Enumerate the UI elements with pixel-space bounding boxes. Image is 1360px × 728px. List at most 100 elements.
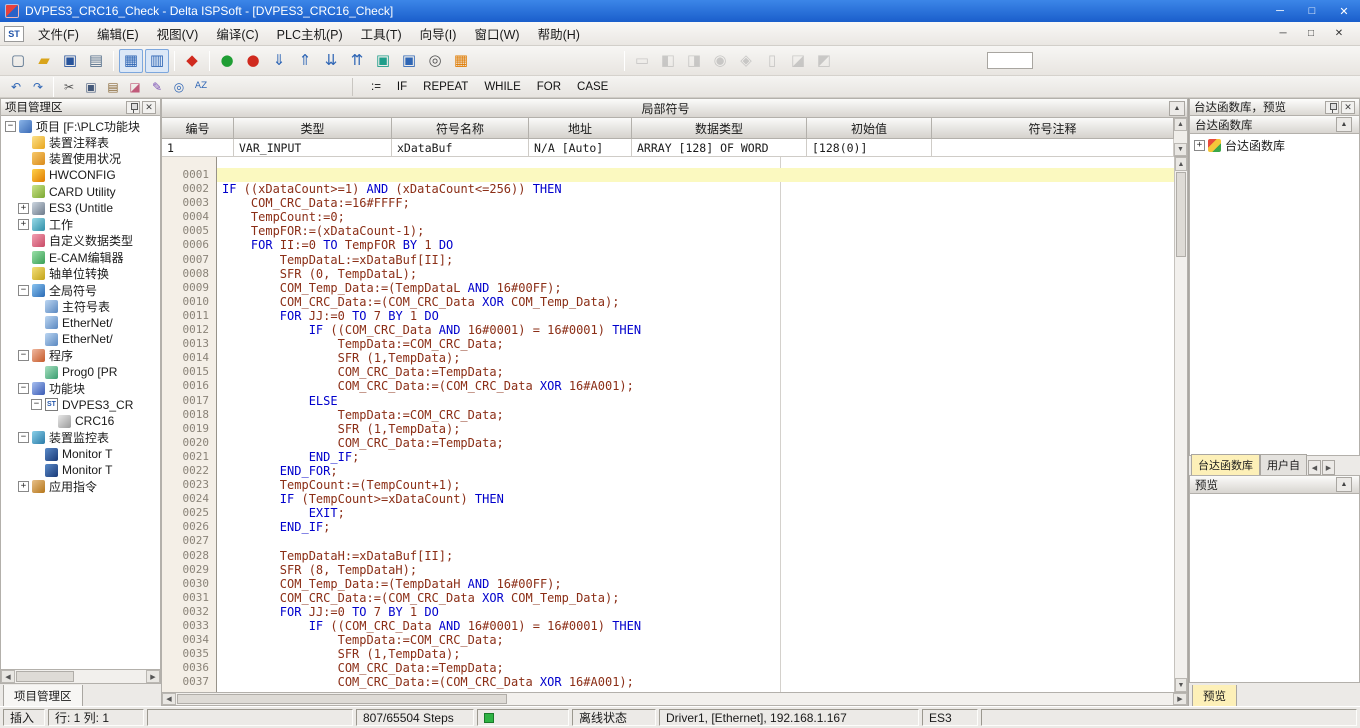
menu-item[interactable]: 视图(V) <box>148 21 208 46</box>
tree-item[interactable]: −全局符号 <box>1 282 160 298</box>
tree-item[interactable]: 自定义数据类型 <box>1 233 160 249</box>
library-tab[interactable]: 用户自 <box>1260 454 1307 475</box>
code-line[interactable]: 0037 COM_CRC_Data:=(COM_CRC_Data XOR 16#… <box>162 675 1174 689</box>
tree-item[interactable]: EtherNet/ <box>1 331 160 347</box>
menu-item[interactable]: 工具(T) <box>352 21 411 46</box>
menu-item[interactable]: 编辑(E) <box>88 21 148 46</box>
insert-repeat-button[interactable]: REPEAT <box>415 80 476 94</box>
code-line[interactable]: 0025 EXIT; <box>162 506 1174 520</box>
table-cell[interactable] <box>932 139 1174 157</box>
project-view-icon[interactable]: ▦ <box>119 49 143 73</box>
menu-item[interactable]: PLC主机(P) <box>268 21 352 46</box>
close-button[interactable]: ✕ <box>1328 0 1360 22</box>
expander-plus-icon[interactable]: + <box>18 203 29 214</box>
library-tab[interactable]: 台达函数库 <box>1191 454 1260 475</box>
paste-icon[interactable]: ▤ <box>103 77 123 97</box>
code-line[interactable]: 0020 COM_CRC_Data:=TempData; <box>162 436 1174 450</box>
tree-item[interactable]: 主符号表 <box>1 298 160 314</box>
project-pin-button[interactable] <box>126 101 140 114</box>
column-header[interactable]: 符号注释 <box>932 118 1174 139</box>
tree-item[interactable]: −功能块 <box>1 380 160 396</box>
download-program-icon[interactable]: ⇓ <box>267 49 291 73</box>
device-monitor-icon[interactable]: ▣ <box>397 49 421 73</box>
tree-item[interactable]: 装置注释表 <box>1 134 160 150</box>
column-header[interactable]: 编号 <box>162 118 234 139</box>
editor-vscroll-thumb[interactable] <box>1176 172 1186 257</box>
code-line[interactable]: 0007 TempDataL:=xDataBuf[II]; <box>162 253 1174 267</box>
project-close-button[interactable]: ✕ <box>142 101 156 114</box>
code-line[interactable]: 0036 COM_CRC_Data:=TempData; <box>162 661 1174 675</box>
expander-minus-icon[interactable]: − <box>18 350 29 361</box>
menu-item[interactable]: 文件(F) <box>29 21 88 46</box>
code-line[interactable]: 0029 SFR (8, TempDataH); <box>162 563 1174 577</box>
insert-assign-button[interactable]: := <box>363 80 389 94</box>
insert-for-button[interactable]: FOR <box>529 80 569 94</box>
code-line[interactable]: 0011 FOR JJ:=0 TO 7 BY 1 DO <box>162 309 1174 323</box>
tree-item[interactable]: −装置监控表 <box>1 429 160 445</box>
cut-icon[interactable]: ✂ <box>59 77 79 97</box>
online-monitor-icon[interactable]: ▣ <box>371 49 395 73</box>
column-header[interactable]: 符号名称 <box>392 118 529 139</box>
library-close-button[interactable]: ✕ <box>1341 101 1355 114</box>
menu-item[interactable]: 窗口(W) <box>465 21 528 46</box>
code-area[interactable]: 00010002IF ((xDataCount>=1) AND (xDataCo… <box>162 157 1174 692</box>
tree-item[interactable]: +ES3 (Untitle <box>1 200 160 216</box>
search-function-icon[interactable]: ◎ <box>423 49 447 73</box>
project-tree-hscrollbar[interactable]: ◀ ▶ <box>0 670 161 684</box>
tree-item[interactable]: E-CAM编辑器 <box>1 249 160 265</box>
tree-item[interactable]: 装置使用状况 <box>1 151 160 167</box>
editor-hscrollbar[interactable]: ◀ ▶ <box>161 692 1188 706</box>
project-panel-tab[interactable]: 项目管理区 <box>3 685 83 708</box>
library-root-item[interactable]: + 台达函数库 <box>1190 137 1359 153</box>
code-line[interactable]: 0035 SFR (1,TempData); <box>162 647 1174 661</box>
find-replace-icon[interactable]: ◎ <box>169 77 189 97</box>
table-cell[interactable]: [128(0)] <box>807 139 932 157</box>
project-scroll-right-button[interactable]: ▶ <box>146 670 160 683</box>
upload-program-icon[interactable]: ⇑ <box>293 49 317 73</box>
editor-scroll-left-button[interactable]: ◀ <box>162 693 176 705</box>
editor-vscrollbar[interactable]: ▲ ▼ <box>1174 157 1187 692</box>
expander-minus-icon[interactable]: − <box>18 432 29 443</box>
comment-icon[interactable]: ✎ <box>147 77 167 97</box>
table-cell[interactable]: 1 <box>162 139 234 157</box>
code-line[interactable]: 0023 TempCount:=(TempCount+1); <box>162 478 1174 492</box>
code-line[interactable]: 0016 COM_CRC_Data:=(COM_CRC_Data XOR 16#… <box>162 379 1174 393</box>
tree-item[interactable]: HWCONFIG <box>1 167 160 183</box>
insert-if-button[interactable]: IF <box>389 80 415 94</box>
code-line[interactable]: 0009 COM_Temp_Data:=(TempDataL AND 16#00… <box>162 281 1174 295</box>
editor-scroll-down-button[interactable]: ▼ <box>1175 678 1187 692</box>
save-icon[interactable]: ▣ <box>58 49 82 73</box>
code-line[interactable]: 0015 COM_CRC_Data:=TempData; <box>162 365 1174 379</box>
minimize-button[interactable]: ─ <box>1264 0 1296 22</box>
tree-item[interactable]: −项目 [F:\PLC功能块 <box>1 118 160 134</box>
mdi-close-button[interactable]: ✕ <box>1326 25 1352 43</box>
tree-item[interactable]: 轴单位转换 <box>1 266 160 282</box>
table-cell[interactable]: ARRAY [128] OF WORD <box>632 139 807 157</box>
code-line[interactable]: 0028 TempDataH:=xDataBuf[II]; <box>162 549 1174 563</box>
column-header[interactable]: 地址 <box>529 118 632 139</box>
open-project-icon[interactable]: ▰ <box>32 49 56 73</box>
stop-plc-icon[interactable]: ● <box>241 49 265 73</box>
tree-item[interactable]: +工作 <box>1 216 160 232</box>
tab-scroll-right-button[interactable]: ▶ <box>1322 460 1335 475</box>
run-plc-icon[interactable]: ● <box>215 49 239 73</box>
editor-hscroll-track[interactable] <box>176 693 1173 705</box>
code-line[interactable]: 0030 COM_Temp_Data:=(TempDataH AND 16#00… <box>162 577 1174 591</box>
code-line[interactable]: 0034 TempData:=COM_CRC_Data; <box>162 633 1174 647</box>
code-line[interactable]: 0033 IF ((COM_CRC_Data AND 16#0001) = 16… <box>162 619 1174 633</box>
column-header[interactable]: 类型 <box>234 118 392 139</box>
code-line[interactable]: 0021 END_IF; <box>162 450 1174 464</box>
expander-minus-icon[interactable]: − <box>31 399 42 410</box>
collapse-symbols-button[interactable]: ▲ <box>1169 101 1185 116</box>
project-scroll-left-button[interactable]: ◀ <box>1 670 15 683</box>
code-line[interactable]: 0001 <box>162 168 1174 182</box>
code-line[interactable]: 0008 SFR (0, TempDataL); <box>162 267 1174 281</box>
tree-item[interactable]: Monitor T <box>1 462 160 478</box>
mdi-restore-button[interactable]: □ <box>1298 25 1324 43</box>
collapse-preview-button[interactable]: ▲ <box>1336 477 1352 492</box>
editor-hscroll-thumb[interactable] <box>177 694 507 704</box>
code-line[interactable]: 0022 END_FOR; <box>162 464 1174 478</box>
expander-minus-icon[interactable]: − <box>18 285 29 296</box>
navigate-forward-icon[interactable]: ↷ <box>28 77 48 97</box>
insert-case-button[interactable]: CASE <box>569 80 616 94</box>
